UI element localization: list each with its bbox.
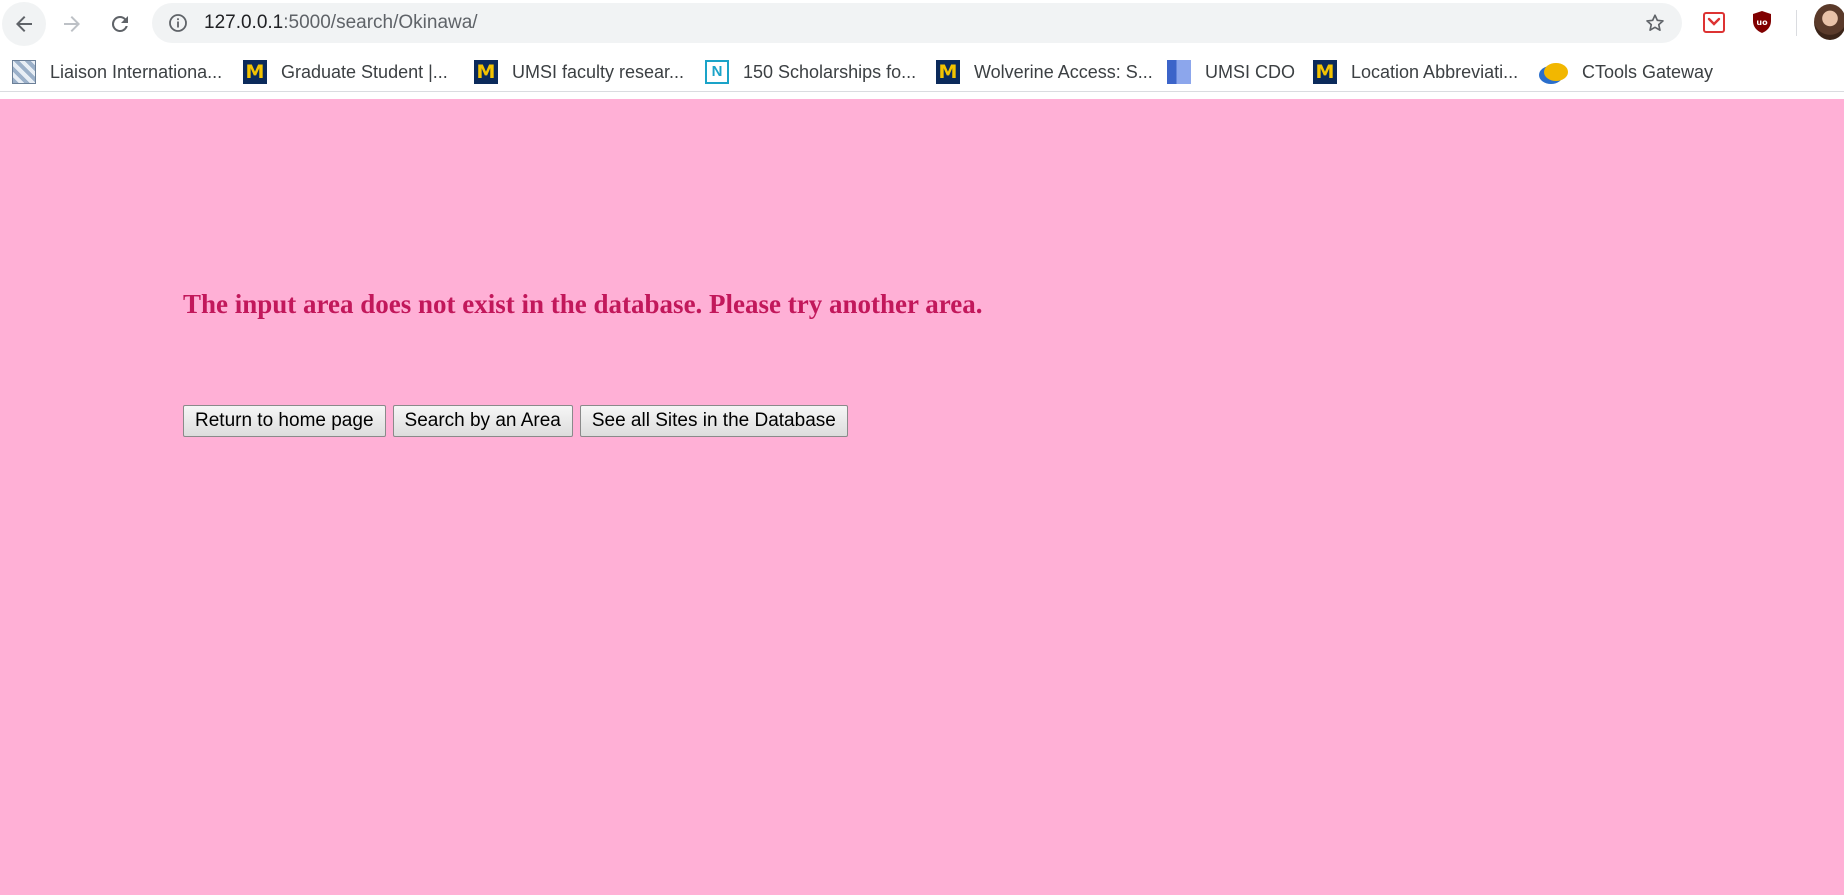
umich-m-icon: M [1313, 60, 1337, 84]
bookmark-location-abbreviations[interactable]: M Location Abbreviati... [1313, 58, 1518, 86]
bookmark-ctools[interactable]: CTools Gateway [1544, 58, 1713, 86]
bookmark-label: Liaison Internationa... [50, 61, 223, 82]
n-favicon-icon: N [705, 60, 729, 84]
bookmarks-bar: Liaison Internationa... M Graduate Stude… [0, 52, 1844, 92]
document-favicon-icon [1167, 60, 1191, 84]
reload-icon [111, 15, 128, 32]
page-content: The input area does not exist in the dat… [0, 99, 1844, 895]
bookmark-label: UMSI CDO [1205, 61, 1295, 82]
bookmark-wolverine-access[interactable]: M Wolverine Access: S... [936, 58, 1153, 86]
reload-button[interactable] [98, 2, 142, 46]
bookmark-label: Location Abbreviati... [1351, 61, 1519, 82]
umich-m-icon: M [474, 60, 498, 84]
bookmark-umsi-faculty[interactable]: M UMSI faculty resear... [474, 58, 684, 86]
error-message: The input area does not exist in the dat… [183, 289, 983, 319]
umich-m-icon: M [936, 60, 960, 84]
star-icon[interactable] [1644, 12, 1666, 34]
bookmark-scholarships[interactable]: N 150 Scholarships fo... [705, 58, 916, 86]
bookmark-umsi-cdo[interactable]: UMSI CDO [1167, 58, 1295, 86]
forward-button[interactable] [50, 2, 94, 46]
ublock-extension-icon[interactable]: uo [1749, 9, 1775, 35]
bookmark-graduate-student[interactable]: M Graduate Student |... [243, 58, 448, 86]
ctools-favicon-icon [1544, 60, 1568, 84]
bookmark-label: 150 Scholarships fo... [743, 61, 917, 82]
arrow-right-icon [64, 16, 80, 32]
pocket-extension-icon[interactable] [1701, 9, 1727, 35]
url-host: 127.0.0.1 [204, 12, 284, 33]
bookmark-label: UMSI faculty resear... [512, 61, 685, 82]
bookmark-liaison[interactable]: Liaison Internationa... [12, 58, 222, 86]
svg-text:uo: uo [1756, 18, 1768, 27]
action-buttons: Return to home page Search by an Area Se… [183, 405, 848, 437]
see-all-sites-button[interactable]: See all Sites in the Database [579, 405, 848, 437]
back-button[interactable] [2, 2, 46, 46]
info-icon[interactable] [168, 13, 188, 33]
liaison-favicon-icon [12, 60, 36, 84]
url-text[interactable]: 127.0.0.1:5000/search/Okinawa/ [204, 12, 478, 34]
profile-avatar[interactable] [1814, 4, 1844, 40]
browser-toolbar: 127.0.0.1:5000/search/Okinawa/ uo [0, 0, 1844, 46]
return-home-button[interactable]: Return to home page [183, 405, 386, 437]
search-by-area-button[interactable]: Search by an Area [392, 405, 573, 437]
bookmark-label: CTools Gateway [1582, 61, 1714, 82]
bookmark-label: Wolverine Access: S... [974, 61, 1153, 82]
arrow-left-icon [16, 16, 32, 32]
bookmark-label: Graduate Student |... [281, 61, 448, 82]
url-path: :5000/search/Okinawa/ [283, 12, 478, 33]
address-bar[interactable]: 127.0.0.1:5000/search/Okinawa/ [152, 3, 1682, 43]
toolbar-divider [1796, 10, 1797, 36]
umich-m-icon: M [243, 60, 267, 84]
